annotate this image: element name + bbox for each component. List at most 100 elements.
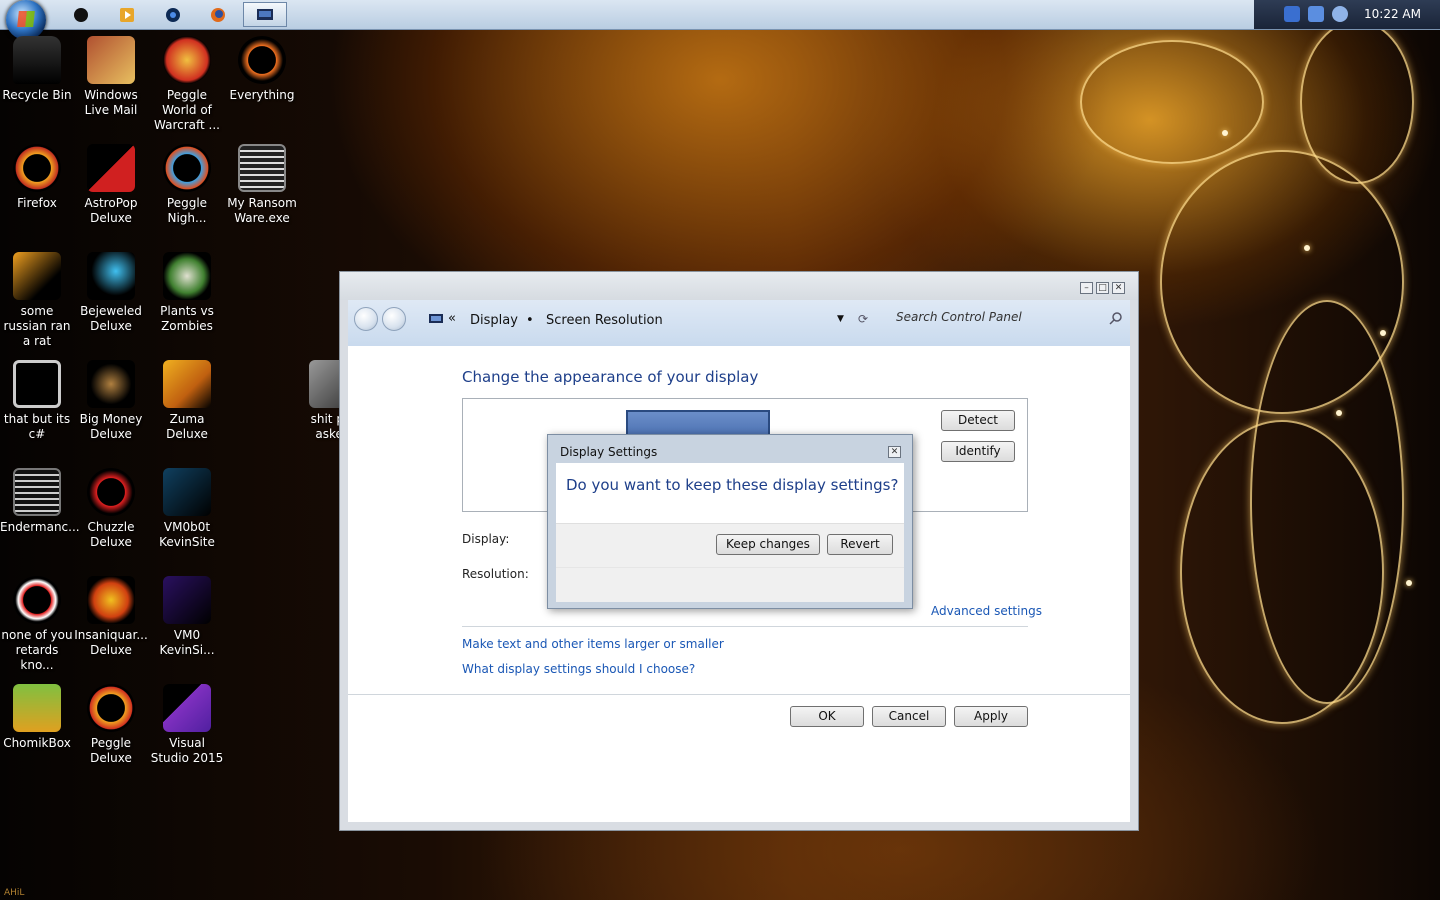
visual-studio-icon <box>163 684 211 732</box>
ok-button[interactable]: OK <box>790 706 864 727</box>
desktop-icon-endermanch[interactable]: Endermanc... <box>0 468 80 535</box>
refresh-icon[interactable]: ⟳ <box>858 312 868 326</box>
cancel-button[interactable]: Cancel <box>872 706 946 727</box>
bejeweled-icon <box>87 252 135 300</box>
dialog-close-button[interactable]: ✕ <box>888 446 901 458</box>
zuma-icon <box>163 360 211 408</box>
revert-button[interactable]: Revert <box>827 534 893 555</box>
desktop-icon-insaniquarium[interactable]: Insaniquar... Deluxe <box>74 576 148 658</box>
insaniquarium-icon <box>87 576 135 624</box>
windows-logo-icon <box>17 11 35 27</box>
breadcrumb-display[interactable]: Display <box>470 313 518 328</box>
wallpaper-sparkle <box>1336 410 1342 416</box>
desktop-icon-windows-live-mail[interactable]: Windows Live Mail <box>74 36 148 118</box>
keep-changes-button[interactable]: Keep changes <box>716 534 820 555</box>
desktop-icon-peggle-nights[interactable]: Peggle Nigh... <box>150 144 224 226</box>
control-panel-icon <box>429 314 443 323</box>
media-player-icon[interactable] <box>62 2 100 27</box>
close-button[interactable]: ✕ <box>1112 282 1125 294</box>
wallpaper-swirl <box>1180 420 1384 724</box>
network-tray-icon[interactable] <box>1284 6 1300 22</box>
winamp-icon[interactable] <box>108 2 146 27</box>
breadcrumb-screen-resolution[interactable]: Screen Resolution <box>546 313 663 328</box>
help-link[interactable]: What display settings should I choose? <box>462 662 695 676</box>
window-titlebar[interactable] <box>340 272 1138 300</box>
executable-icon <box>238 144 286 192</box>
wallpaper-sparkle <box>1380 330 1386 336</box>
vm-icon <box>163 468 211 516</box>
search-input[interactable]: Search Control Panel <box>888 307 1128 331</box>
start-button[interactable] <box>6 0 46 40</box>
chrome-icon[interactable] <box>154 2 192 27</box>
desktop-icon-vm0b0t[interactable]: VM0b0t KevinSite <box>150 468 224 550</box>
maximize-button[interactable]: □ <box>1096 282 1109 294</box>
breadcrumb-overflow[interactable]: « <box>448 311 456 326</box>
minimize-button[interactable]: – <box>1080 282 1093 294</box>
desktop-icon-everything[interactable]: Everything <box>225 36 299 103</box>
peggle-nights-icon <box>163 144 211 192</box>
page-title: Change the appearance of your display <box>462 368 759 386</box>
peggle-icon <box>163 36 211 84</box>
desktop-icon-chomikbox[interactable]: ChomikBox <box>0 684 74 751</box>
taskbar-clock[interactable]: 10:22 AM <box>1364 7 1421 21</box>
desktop-icon-plants-vs-zombies[interactable]: Plants vs Zombies <box>150 252 224 334</box>
desktop-icon-peggle-wow[interactable]: Peggle World of Warcraft ... <box>150 36 224 133</box>
dialog-title: Display Settings <box>560 445 658 459</box>
forward-button[interactable] <box>382 307 406 331</box>
monitor-tray-icon[interactable] <box>1308 6 1324 22</box>
firefox-icon[interactable] <box>199 2 237 27</box>
desktop-icon-bejeweled[interactable]: Bejeweled Deluxe <box>74 252 148 334</box>
back-button[interactable] <box>354 307 378 331</box>
detect-button[interactable]: Detect <box>941 410 1015 431</box>
breadcrumb-separator: • <box>526 313 534 328</box>
resolution-label: Resolution: <box>462 567 529 581</box>
java-icon <box>13 252 61 300</box>
text-size-link[interactable]: Make text and other items larger or smal… <box>462 637 724 651</box>
desktop-icon-peggle-deluxe[interactable]: Peggle Deluxe <box>74 684 148 766</box>
chomikbox-icon <box>13 684 61 732</box>
desktop-icon-russian-rat[interactable]: some russian ran a rat <box>0 252 74 349</box>
peggle-icon <box>87 684 135 732</box>
display-settings-dialog: Display Settings ✕ Do you want to keep t… <box>547 434 913 609</box>
advanced-settings-link[interactable]: Advanced settings <box>931 604 1042 618</box>
desktop-icon-that-but-its-csharp[interactable]: that but its c# <box>0 360 74 442</box>
desktop-icon-recycle-bin[interactable]: Recycle Bin <box>0 36 74 103</box>
desktop-icon-big-money[interactable]: Big Money Deluxe <box>74 360 148 442</box>
recycle-bin-icon <box>13 36 61 84</box>
apply-button[interactable]: Apply <box>954 706 1028 727</box>
chuzzle-icon <box>13 576 61 624</box>
dialog-footer <box>556 567 904 602</box>
dialog-question: Do you want to keep these display settin… <box>566 476 899 494</box>
taskbar: ▼ 10:22 AM <box>0 0 1440 40</box>
window-app-icon <box>13 468 61 516</box>
big-money-icon <box>87 360 135 408</box>
desktop-icon-vm0-kevinsite[interactable]: VM0 KevinSi... <box>150 576 224 658</box>
firefox-icon <box>13 144 61 192</box>
desktop-icon-firefox[interactable]: Firefox <box>0 144 74 211</box>
dialog-body: Do you want to keep these display settin… <box>556 463 904 602</box>
dialog-button-area: Keep changes Revert <box>556 523 904 568</box>
desktop-icon-chuzzle[interactable]: Chuzzle Deluxe <box>74 468 148 550</box>
desktop-icon-zuma[interactable]: Zuma Deluxe <box>150 360 224 442</box>
volume-tray-icon[interactable] <box>1332 6 1348 22</box>
address-bar: « Display • Screen Resolution ▼ ⟳ Search… <box>348 300 1130 347</box>
control-panel-taskbar-button[interactable] <box>243 2 287 27</box>
wallpaper-sparkle <box>1222 130 1228 136</box>
divider <box>462 626 1028 627</box>
identify-button[interactable]: Identify <box>941 441 1015 462</box>
mail-icon <box>87 36 135 84</box>
desktop-icon-none-of-you[interactable]: none of you retards kno... <box>0 576 74 673</box>
divider <box>348 694 1130 695</box>
desktop-icon-visual-studio[interactable]: Visual Studio 2015 <box>150 684 224 766</box>
wallpaper-swirl <box>1080 40 1264 164</box>
wallpaper-credit: AHiL <box>4 888 25 898</box>
shortcut-icon <box>13 360 61 408</box>
wallpaper-swirl <box>1300 20 1414 184</box>
wallpaper-sparkle <box>1406 580 1412 586</box>
search-icon[interactable] <box>1109 311 1123 325</box>
wallpaper-sparkle <box>1304 245 1310 251</box>
desktop-icon-astropop[interactable]: AstroPop Deluxe <box>74 144 148 226</box>
everything-icon <box>238 36 286 84</box>
address-dropdown-icon[interactable]: ▼ <box>837 314 844 324</box>
desktop-icon-ransomware[interactable]: My Ransom Ware.exe <box>225 144 299 226</box>
